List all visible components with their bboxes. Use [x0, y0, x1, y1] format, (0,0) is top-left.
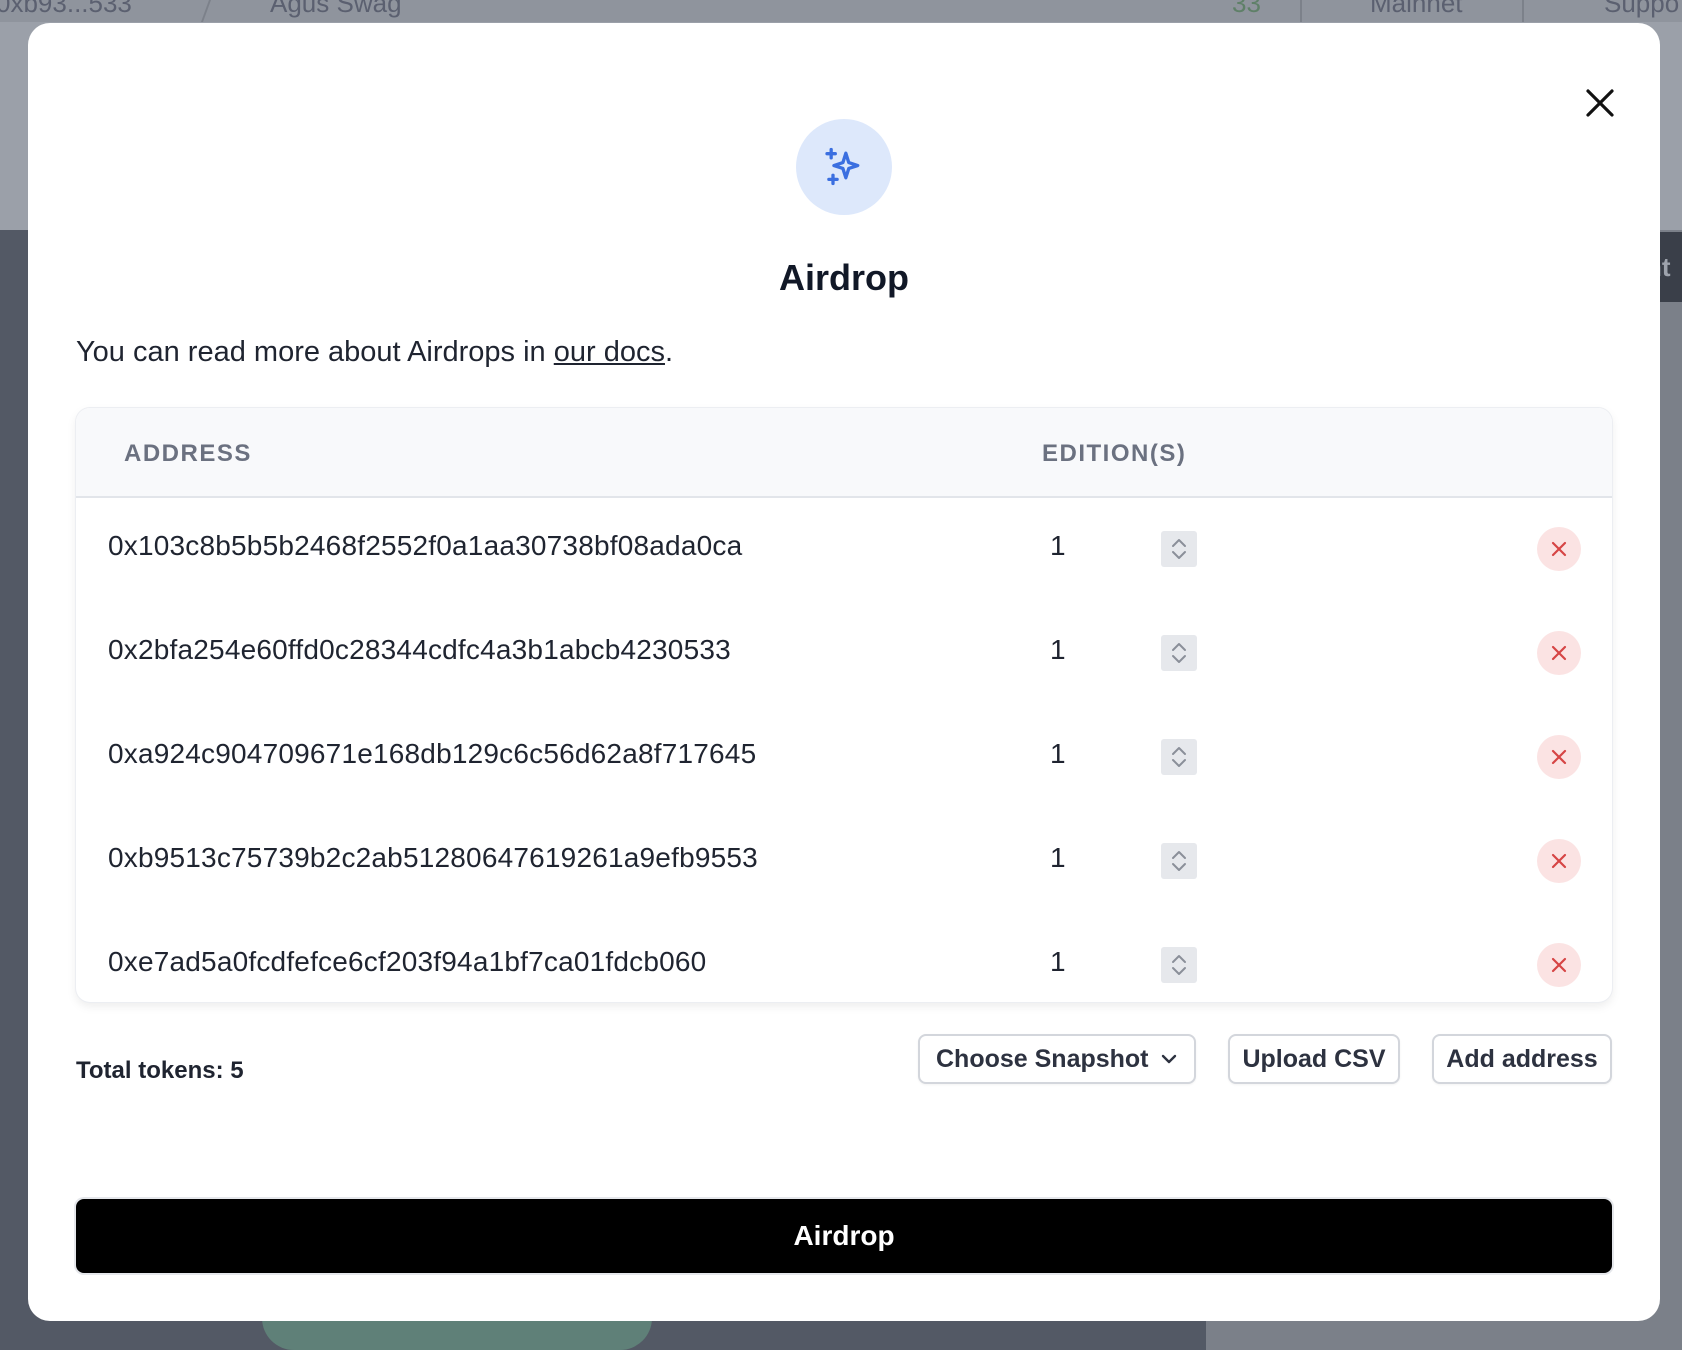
remove-icon	[1551, 957, 1567, 973]
remove-icon	[1551, 541, 1567, 557]
add-address-button[interactable]: Add address	[1432, 1034, 1612, 1084]
remove-icon	[1551, 749, 1567, 765]
background-wallet-address: 0xb93...533	[0, 0, 132, 18]
sparkles-icon	[825, 147, 860, 186]
stepper-arrows-icon	[1172, 539, 1186, 559]
background-divider	[1522, 0, 1524, 22]
table-header: ADDRESS EDITION(S)	[76, 408, 1612, 498]
stepper-arrows-icon	[1172, 955, 1186, 975]
remove-icon	[1551, 645, 1567, 661]
choose-snapshot-dropdown[interactable]: Choose Snapshot	[918, 1034, 1196, 1084]
stepper-arrows-icon	[1172, 643, 1186, 663]
address-cell: 0xa924c904709671e168db129c6c56d62a8f7176…	[108, 738, 757, 769]
choose-snapshot-label: Choose Snapshot	[936, 1044, 1149, 1073]
background-network: Mainnet	[1370, 0, 1463, 18]
airdrop-table: ADDRESS EDITION(S) 0x103c8b5b5b2468f2552…	[76, 408, 1612, 1002]
total-tokens: Total tokens: 5	[76, 1057, 244, 1084]
stepper-arrows-icon	[1172, 747, 1186, 767]
modal-title: Airdrop	[779, 257, 909, 298]
background-divider	[1300, 0, 1302, 22]
table-row: 0xa924c904709671e168db129c6c56d62a8f7176…	[76, 705, 1612, 809]
chevron-down-icon	[1161, 1054, 1177, 1064]
editions-stepper[interactable]	[1161, 635, 1197, 671]
background-collection-name: Agus Swag	[270, 0, 402, 18]
table-row: 0x2bfa254e60ffd0c28344cdfc4a3b1abcb42305…	[76, 601, 1612, 705]
intro-suffix: .	[664, 336, 674, 368]
address-cell: 0x2bfa254e60ffd0c28344cdfc4a3b1abcb42305…	[108, 634, 731, 665]
stepper-arrows-icon	[1172, 851, 1186, 871]
editions-input[interactable]: 1	[1050, 842, 1066, 874]
editions-stepper[interactable]	[1161, 947, 1197, 983]
intro-prefix: You can read more about Airdrops in	[76, 336, 554, 368]
address-cell: 0xb9513c75739b2c2ab51280647619261a9efb95…	[108, 842, 758, 873]
airdrop-icon-badge	[796, 119, 892, 215]
editions-stepper[interactable]	[1161, 739, 1197, 775]
docs-link[interactable]: our docs	[554, 336, 665, 368]
editions-input[interactable]: 1	[1050, 530, 1066, 562]
intro-text: You can read more about Airdrops in our …	[76, 336, 673, 369]
editions-stepper[interactable]	[1161, 843, 1197, 879]
table-row: 0xe7ad5a0fcdfefce6cf203f94a1bf7ca01fdcb0…	[76, 913, 1612, 1002]
remove-row-button[interactable]	[1537, 735, 1581, 779]
close-icon	[1586, 89, 1614, 117]
editions-input[interactable]: 1	[1050, 634, 1066, 666]
editions-input[interactable]: 1	[1050, 946, 1066, 978]
upload-csv-button[interactable]: Upload CSV	[1228, 1034, 1400, 1084]
airdrop-submit-button[interactable]: Airdrop	[76, 1199, 1612, 1273]
column-header-editions: EDITION(S)	[1042, 440, 1187, 467]
close-button[interactable]	[1578, 81, 1622, 125]
remove-row-button[interactable]	[1537, 631, 1581, 675]
remove-row-button[interactable]	[1537, 527, 1581, 571]
background-artwork	[262, 1318, 652, 1350]
table-row: 0x103c8b5b5b2468f2552f0a1aa30738bf08ada0…	[76, 497, 1612, 601]
column-header-address: ADDRESS	[124, 440, 252, 467]
address-cell: 0xe7ad5a0fcdfefce6cf203f94a1bf7ca01fdcb0…	[108, 946, 707, 977]
background-support: Suppo	[1604, 0, 1680, 18]
background-gas-value: 33	[1232, 0, 1261, 18]
airdrop-modal: Airdrop You can read more about Airdrops…	[28, 23, 1660, 1321]
table-row: 0xb9513c75739b2c2ab51280647619261a9efb95…	[76, 809, 1612, 913]
remove-row-button[interactable]	[1537, 943, 1581, 987]
address-cell: 0x103c8b5b5b2468f2552f0a1aa30738bf08ada0…	[108, 530, 743, 561]
remove-row-button[interactable]	[1537, 839, 1581, 883]
editions-stepper[interactable]	[1161, 531, 1197, 567]
remove-icon	[1551, 853, 1567, 869]
editions-input[interactable]: 1	[1050, 738, 1066, 770]
